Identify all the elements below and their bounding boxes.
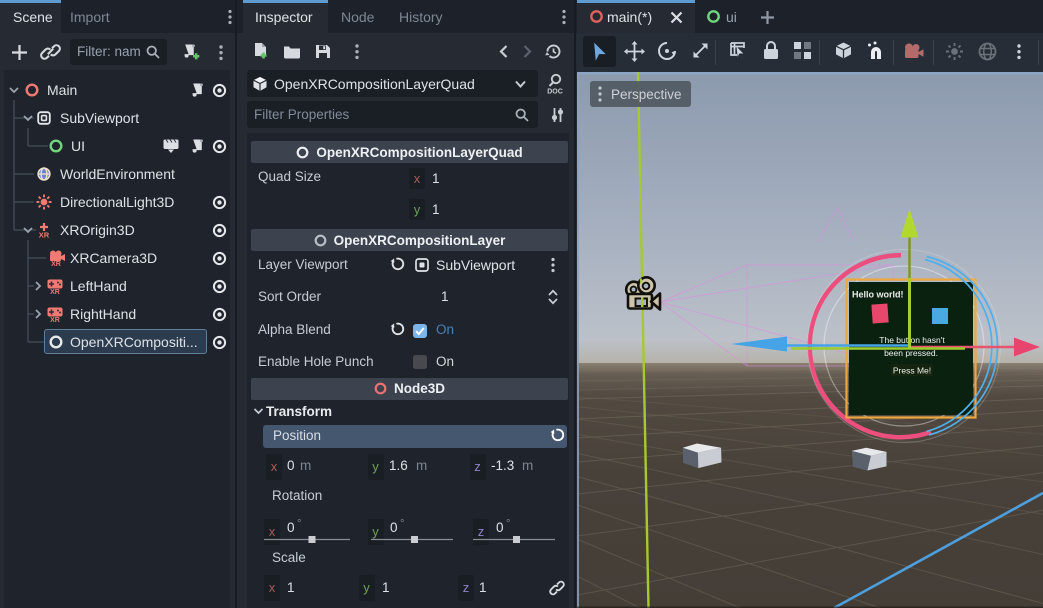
svg-text:The button hasn't: The button hasn't (879, 335, 945, 345)
svg-text:XR: XR (50, 289, 60, 296)
svg-text:Perspective: Perspective (611, 87, 682, 102)
svg-text:XR: XR (39, 231, 50, 240)
svg-text:Press Me!: Press Me! (893, 366, 931, 376)
svg-text:XR: XR (51, 261, 61, 268)
svg-text:Hello world!: Hello world! (852, 290, 904, 300)
svg-text:DOC: DOC (547, 89, 563, 96)
svg-text:XR: XR (50, 317, 60, 324)
